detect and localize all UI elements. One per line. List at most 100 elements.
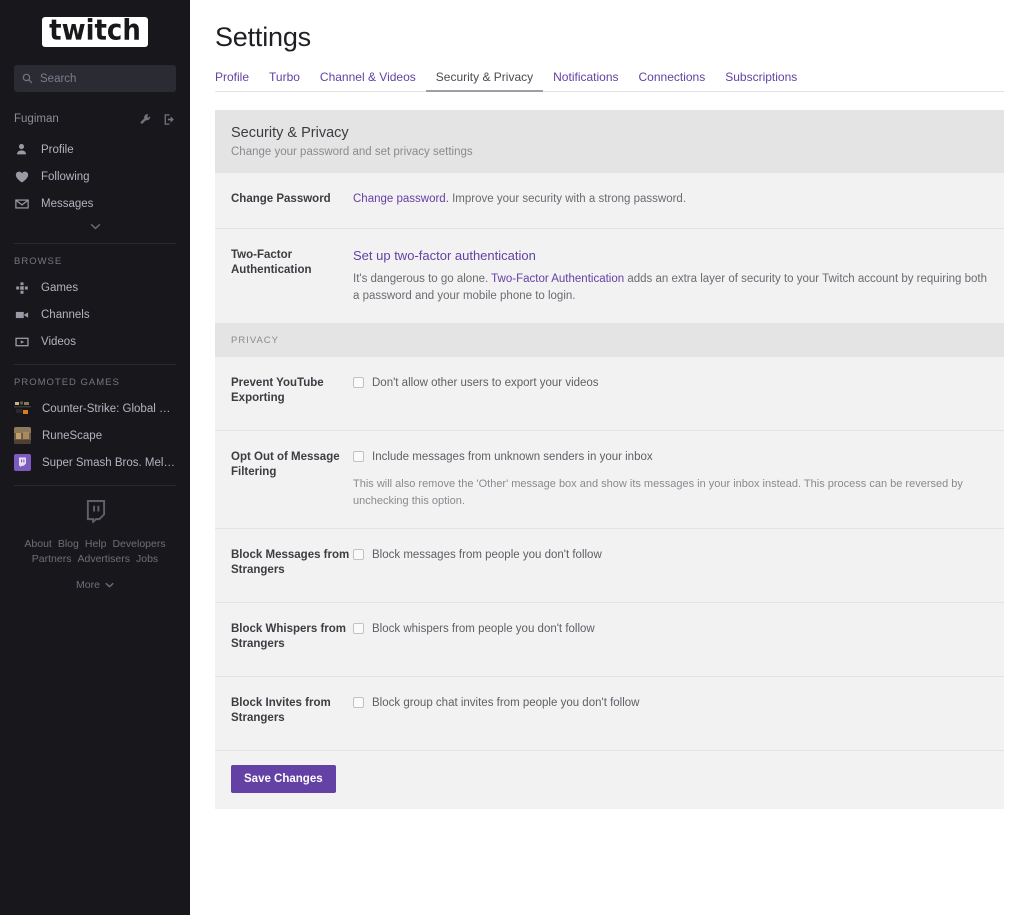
sidebar-item-label: Channels	[41, 309, 90, 321]
row-label: Block Whispers from Strangers	[231, 621, 353, 658]
sidebar-item-messages[interactable]: Messages	[0, 190, 190, 217]
envelope-icon	[14, 196, 29, 211]
footer-link-about[interactable]: About	[21, 538, 54, 550]
tab-profile[interactable]: Profile	[215, 70, 259, 91]
row-prevent-youtube-exporting: Prevent YouTube Exporting Don't allow ot…	[215, 357, 1004, 431]
sidebar-item-games[interactable]: Games	[0, 274, 190, 301]
footer-link-developers[interactable]: Developers	[109, 538, 168, 550]
row-body: Block whispers from people you don't fol…	[353, 621, 988, 658]
row-block-messages-from-strangers: Block Messages from Strangers Block mess…	[215, 529, 1004, 603]
sidebar-item-profile[interactable]: Profile	[0, 136, 190, 163]
page-title: Settings	[215, 0, 1004, 53]
opt-out-message-filtering-checkbox[interactable]	[353, 451, 364, 462]
row-block-whispers-from-strangers: Block Whispers from Strangers Block whis…	[215, 603, 1004, 677]
row-body: Block messages from people you don't fol…	[353, 547, 988, 584]
tab-notifications[interactable]: Notifications	[543, 70, 628, 91]
row-label: Opt Out of Message Filtering	[231, 449, 353, 510]
sidebar-item-following[interactable]: Following	[0, 163, 190, 190]
two-factor-inline-link[interactable]: Two-Factor Authentication	[491, 273, 624, 285]
promoted-game-label: RuneScape	[42, 430, 102, 442]
twitch-logo[interactable]: twitch	[0, 0, 190, 61]
footer-links-row1: AboutBlogHelpDevelopers	[0, 537, 190, 552]
footer-link-jobs[interactable]: Jobs	[133, 553, 161, 565]
checkbox-label[interactable]: Block messages from people you don't fol…	[372, 547, 602, 564]
sidebar-item-videos[interactable]: Videos	[0, 328, 190, 355]
row-body: Include messages from unknown senders in…	[353, 449, 988, 510]
footer-link-help[interactable]: Help	[82, 538, 110, 550]
sidebar: twitch Search Fugiman	[0, 0, 190, 915]
smash-thumb	[14, 454, 31, 471]
card-header: Security & Privacy Change your password …	[215, 110, 1004, 173]
promoted-game-runescape[interactable]: RuneScape	[0, 422, 190, 449]
footer-more-label: More	[76, 579, 100, 591]
setup-two-factor-link[interactable]: Set up two-factor authentication	[353, 247, 536, 264]
sidebar-item-channels[interactable]: Channels	[0, 301, 190, 328]
block-invites-checkbox[interactable]	[353, 697, 364, 708]
tab-security-and-privacy[interactable]: Security & Privacy	[426, 70, 543, 91]
footer-links-row2: PartnersAdvertisersJobs	[0, 552, 190, 567]
row-block-invites-from-strangers: Block Invites from Strangers Block group…	[215, 677, 1004, 751]
card-subtitle: Change your password and set privacy set…	[231, 146, 988, 158]
footer-link-advertisers[interactable]: Advertisers	[74, 553, 133, 565]
search-placeholder: Search	[40, 73, 76, 85]
heart-icon	[14, 169, 29, 184]
twitch-glyph-icon	[0, 500, 190, 537]
footer-link-partners[interactable]: Partners	[29, 553, 75, 565]
change-password-text: Improve your security with a strong pass…	[449, 193, 686, 205]
save-changes-button[interactable]: Save Changes	[231, 765, 336, 793]
row-body: Block group chat invites from people you…	[353, 695, 988, 732]
two-factor-description: It's dangerous to go alone. Two-Factor A…	[353, 271, 988, 305]
save-row: Save Changes	[215, 751, 1004, 809]
privacy-section-header: PRIVACY	[215, 324, 1004, 357]
expand-nav-button[interactable]	[0, 217, 190, 234]
tab-channel-and-videos[interactable]: Channel & Videos	[310, 70, 426, 91]
checkbox-label[interactable]: Block group chat invites from people you…	[372, 695, 639, 712]
chevron-down-icon	[105, 582, 114, 588]
main-content: Settings Profile Turbo Channel & Videos …	[190, 0, 1024, 915]
promoted-game-label: Counter-Strike: Global Offen...	[42, 403, 176, 415]
block-messages-checkbox[interactable]	[353, 549, 364, 560]
username-label[interactable]: Fugiman	[14, 113, 139, 125]
row-label: Change Password	[231, 191, 353, 210]
checkbox-label[interactable]: Block whispers from people you don't fol…	[372, 621, 595, 638]
row-body: Don't allow other users to export your v…	[353, 375, 988, 412]
footer-more-button[interactable]: More	[0, 579, 190, 591]
prevent-youtube-exporting-checkbox[interactable]	[353, 377, 364, 388]
sidebar-item-label: Profile	[41, 144, 74, 156]
twitch-logo-text: twitch	[49, 17, 141, 45]
footer-link-blog[interactable]: Blog	[55, 538, 82, 550]
help-text: This will also remove the 'Other' messag…	[353, 476, 988, 510]
security-privacy-card: Security & Privacy Change your password …	[215, 110, 1004, 809]
logout-icon[interactable]	[163, 113, 176, 126]
row-two-factor: Two-Factor Authentication Set up two-fac…	[215, 229, 1004, 324]
row-label: Prevent YouTube Exporting	[231, 375, 353, 412]
tab-connections[interactable]: Connections	[629, 70, 716, 91]
user-row: Fugiman	[14, 110, 176, 128]
play-box-icon	[14, 334, 29, 349]
promoted-game-smash[interactable]: Super Smash Bros. Melee	[0, 449, 190, 476]
video-camera-icon	[14, 307, 29, 322]
csgo-thumb	[14, 400, 31, 417]
two-factor-prefix: It's dangerous to go alone.	[353, 273, 491, 285]
sidebar-item-label: Videos	[41, 336, 76, 348]
checkbox-label[interactable]: Include messages from unknown senders in…	[372, 449, 653, 466]
search-input[interactable]: Search	[14, 65, 176, 92]
settings-tabs: Profile Turbo Channel & Videos Security …	[215, 65, 1004, 92]
tab-subscriptions[interactable]: Subscriptions	[715, 70, 807, 91]
chevron-down-icon	[90, 223, 101, 230]
row-label: Two-Factor Authentication	[231, 247, 353, 305]
runescape-thumb	[14, 427, 31, 444]
block-whispers-checkbox[interactable]	[353, 623, 364, 634]
checkbox-label[interactable]: Don't allow other users to export your v…	[372, 375, 599, 392]
twitch-settings-page: twitch Search Fugiman	[0, 0, 1024, 915]
wrench-icon[interactable]	[139, 113, 152, 126]
row-label: Block Invites from Strangers	[231, 695, 353, 732]
row-body: Change password. Improve your security w…	[353, 191, 988, 210]
sidebar-item-label: Messages	[41, 198, 93, 210]
row-change-password: Change Password Change password. Improve…	[215, 173, 1004, 229]
promoted-game-csgo[interactable]: Counter-Strike: Global Offen...	[0, 395, 190, 422]
person-icon	[14, 142, 29, 157]
change-password-link[interactable]: Change password.	[353, 193, 449, 205]
tab-turbo[interactable]: Turbo	[259, 70, 310, 91]
card-title: Security & Privacy	[231, 125, 988, 141]
